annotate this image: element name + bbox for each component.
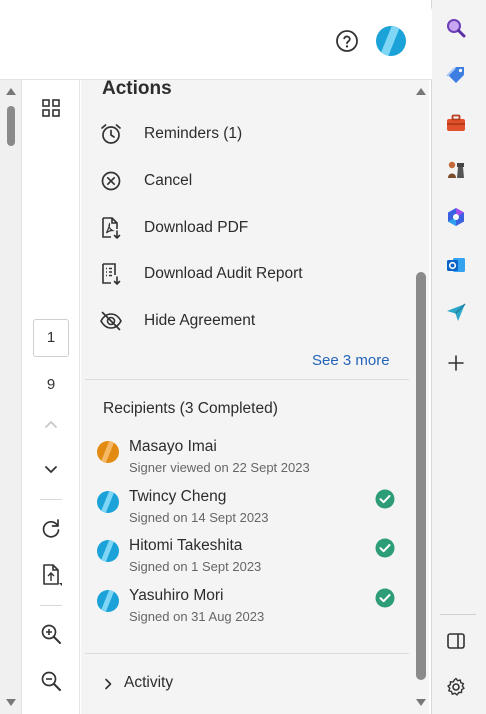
recipient-item[interactable]: Yasuhiro Mori Signed on 31 Aug 2023 <box>97 587 397 631</box>
games-icon[interactable] <box>445 159 467 181</box>
action-label: Download Audit Report <box>144 265 303 282</box>
document-toolbar: 1 9 <box>22 80 80 714</box>
sidebar-panel-icon[interactable] <box>445 630 467 652</box>
app-window: 1 9 Actions Reminders (1) Cancel Downloa… <box>0 0 432 714</box>
scroll-up-arrow-icon[interactable] <box>416 88 426 95</box>
recipient-item[interactable]: Hitomi Takeshita Signed on 1 Sept 2023 <box>97 537 397 581</box>
alarm-clock-icon <box>99 122 123 146</box>
completed-check-icon <box>375 489 395 509</box>
total-pages: 9 <box>46 376 56 393</box>
recipient-status: Signed on 14 Sept 2023 <box>129 510 269 525</box>
action-label: Download PDF <box>144 219 249 236</box>
page-display-icon[interactable] <box>39 563 63 587</box>
recipient-name: Hitomi Takeshita <box>129 537 243 554</box>
left-scrollbar[interactable] <box>0 80 22 714</box>
actions-panel: Actions Reminders (1) Cancel Download PD… <box>81 78 413 714</box>
panel-scrollbar[interactable] <box>413 80 429 714</box>
scroll-down-arrow-icon[interactable] <box>416 699 426 706</box>
action-download-audit-report[interactable]: Download Audit Report <box>81 257 411 291</box>
rotate-icon[interactable] <box>39 516 63 540</box>
actions-title: Actions <box>102 78 172 99</box>
browser-sidebar <box>436 0 486 714</box>
action-reminders[interactable]: Reminders (1) <box>81 117 411 151</box>
recipient-status: Signed on 31 Aug 2023 <box>129 609 265 624</box>
activity-section-toggle[interactable]: Activity <box>81 668 411 698</box>
recipient-avatar <box>97 540 119 562</box>
search-icon[interactable] <box>445 17 467 39</box>
audit-report-icon <box>99 262 123 286</box>
scroll-down-arrow-icon[interactable] <box>6 699 16 706</box>
add-icon[interactable] <box>445 352 467 374</box>
action-download-pdf[interactable]: Download PDF <box>81 211 411 245</box>
eye-off-icon <box>99 309 123 333</box>
recipient-name: Masayo Imai <box>129 438 217 455</box>
scroll-up-arrow-icon[interactable] <box>6 88 16 95</box>
header-bar <box>0 0 432 80</box>
zoom-out-icon[interactable] <box>39 669 63 693</box>
action-label: Hide Agreement <box>144 312 256 329</box>
user-avatar[interactable] <box>376 26 406 56</box>
toolbox-icon[interactable] <box>445 112 467 134</box>
action-cancel[interactable]: Cancel <box>81 164 411 198</box>
zoom-in-icon[interactable] <box>39 622 63 646</box>
outlook-icon[interactable] <box>445 254 467 276</box>
shopping-tag-icon[interactable] <box>445 64 467 86</box>
action-hide-agreement[interactable]: Hide Agreement <box>81 304 411 338</box>
previous-page-icon[interactable] <box>39 412 63 436</box>
completed-check-icon <box>375 588 395 608</box>
action-label: Reminders (1) <box>144 125 243 142</box>
see-more-link[interactable]: See 3 more <box>312 352 390 369</box>
action-label: Cancel <box>144 172 193 189</box>
recipient-name: Yasuhiro Mori <box>129 587 224 604</box>
section-divider <box>85 653 409 654</box>
activity-label: Activity <box>124 674 174 691</box>
copilot-icon[interactable] <box>445 206 467 228</box>
scroll-thumb[interactable] <box>416 272 426 680</box>
recipient-avatar <box>97 590 119 612</box>
recipient-status: Signed on 1 Sept 2023 <box>129 559 262 574</box>
toolbar-divider <box>40 605 62 606</box>
chevron-right-icon <box>102 677 114 690</box>
send-icon[interactable] <box>445 301 467 323</box>
thumbnails-grid-icon[interactable] <box>39 96 63 120</box>
settings-gear-icon[interactable] <box>445 676 467 698</box>
sidebar-divider <box>440 614 476 615</box>
toolbar-divider <box>40 499 62 500</box>
recipient-avatar <box>97 491 119 513</box>
current-page-input[interactable]: 1 <box>33 319 69 357</box>
cancel-circle-icon <box>99 169 123 193</box>
next-page-icon[interactable] <box>39 458 63 482</box>
scroll-thumb[interactable] <box>7 106 15 146</box>
recipient-name: Twincy Cheng <box>129 488 227 505</box>
recipient-status: Signer viewed on 22 Sept 2023 <box>129 460 310 475</box>
recipient-item[interactable]: Masayo Imai Signer viewed on 22 Sept 202… <box>97 438 397 482</box>
recipient-item[interactable]: Twincy Cheng Signed on 14 Sept 2023 <box>97 488 397 532</box>
recipients-title: Recipients (3 Completed) <box>103 400 278 417</box>
download-pdf-icon <box>99 216 123 240</box>
completed-check-icon <box>375 538 395 558</box>
section-divider <box>85 379 409 380</box>
help-icon[interactable] <box>335 29 359 53</box>
recipient-avatar <box>97 441 119 463</box>
